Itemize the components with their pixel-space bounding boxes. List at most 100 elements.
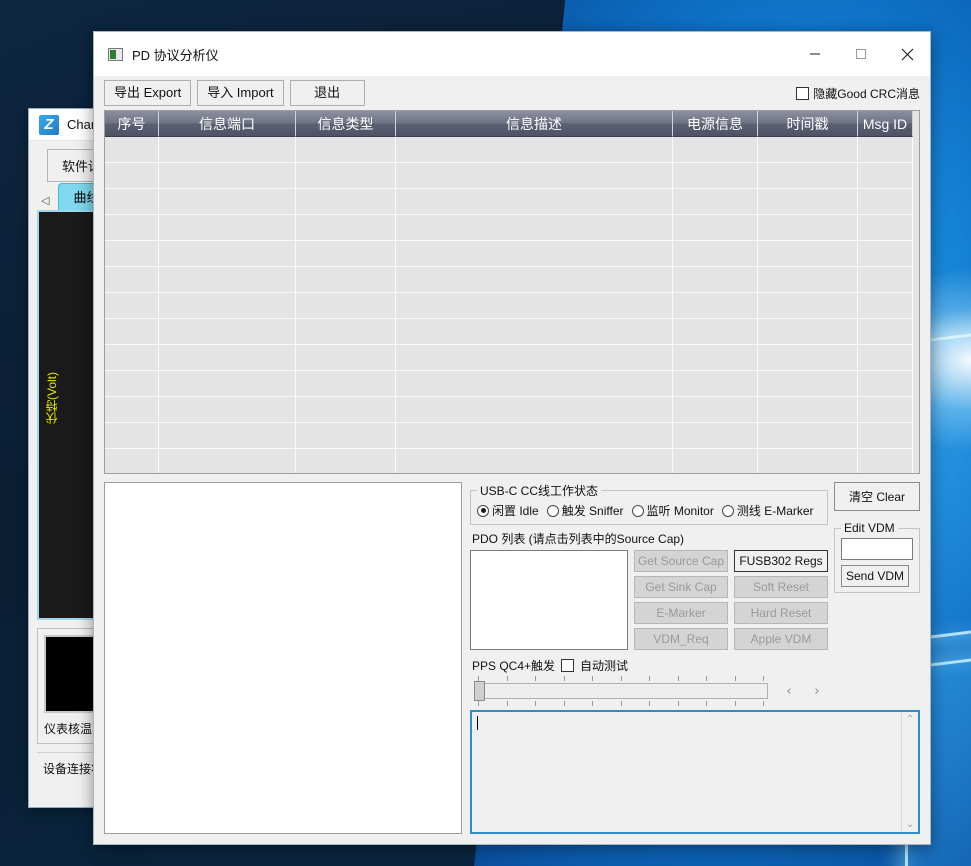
table-cell[interactable] <box>296 163 396 189</box>
table-cell[interactable] <box>159 449 296 474</box>
export-button[interactable]: 导出 Export <box>104 80 191 106</box>
column-header-0[interactable]: 序号 <box>105 111 159 137</box>
table-cell[interactable] <box>758 423 858 449</box>
table-cell[interactable] <box>105 189 159 215</box>
table-row[interactable] <box>105 319 919 345</box>
table-row[interactable] <box>105 189 919 215</box>
log-scrollbar[interactable]: ⌃ ⌄ <box>901 712 918 832</box>
exit-button[interactable]: 退出 <box>290 80 365 106</box>
table-cell[interactable] <box>673 371 758 397</box>
table-cell[interactable] <box>858 449 913 474</box>
column-header-6[interactable]: Msg ID <box>858 111 913 137</box>
table-cell[interactable] <box>296 267 396 293</box>
table-cell[interactable] <box>159 189 296 215</box>
table-cell[interactable] <box>673 189 758 215</box>
table-cell[interactable] <box>858 423 913 449</box>
cc-radio-0[interactable]: 闲置 Idle <box>477 502 539 519</box>
table-cell[interactable] <box>296 449 396 474</box>
pps-slider[interactable] <box>470 676 772 706</box>
clear-button[interactable]: 清空 Clear <box>834 482 920 511</box>
table-cell[interactable] <box>105 215 159 241</box>
column-header-1[interactable]: 信息端口 <box>159 111 296 137</box>
table-row[interactable] <box>105 449 919 474</box>
table-cell[interactable] <box>758 241 858 267</box>
slider-prev-button[interactable]: ‹ <box>778 680 800 702</box>
table-cell[interactable] <box>159 215 296 241</box>
table-cell[interactable] <box>758 163 858 189</box>
column-header-2[interactable]: 信息类型 <box>296 111 396 137</box>
table-row[interactable] <box>105 345 919 371</box>
cc-radio-1[interactable]: 触发 Sniffer <box>547 502 624 519</box>
table-cell[interactable] <box>296 293 396 319</box>
table-cell[interactable] <box>105 371 159 397</box>
table-cell[interactable] <box>858 293 913 319</box>
table-cell[interactable] <box>858 163 913 189</box>
table-cell[interactable] <box>673 163 758 189</box>
table-cell[interactable] <box>758 293 858 319</box>
slider-thumb[interactable] <box>474 681 485 701</box>
table-cell[interactable] <box>673 449 758 474</box>
table-cell[interactable] <box>396 163 673 189</box>
radio-icon[interactable] <box>632 505 644 517</box>
table-cell[interactable] <box>159 371 296 397</box>
table-cell[interactable] <box>159 423 296 449</box>
table-cell[interactable] <box>758 397 858 423</box>
tab-scroll-left-icon[interactable]: ◁ <box>39 194 54 210</box>
message-table-body[interactable] <box>105 137 919 474</box>
pd-analyzer-window[interactable]: PD 协议分析仪 导出 Export 导入 Import 退出 隐藏Good C… <box>93 31 931 845</box>
vdm-input[interactable] <box>841 538 913 560</box>
import-button[interactable]: 导入 Import <box>197 80 283 106</box>
table-cell[interactable] <box>858 319 913 345</box>
auto-test-checkbox[interactable] <box>561 659 574 672</box>
table-cell[interactable] <box>858 371 913 397</box>
column-header-5[interactable]: 时间戳 <box>758 111 858 137</box>
table-row[interactable] <box>105 215 919 241</box>
table-row[interactable] <box>105 137 919 163</box>
table-cell[interactable] <box>159 137 296 163</box>
table-cell[interactable] <box>396 267 673 293</box>
table-cell[interactable] <box>758 215 858 241</box>
table-cell[interactable] <box>105 241 159 267</box>
table-cell[interactable] <box>296 215 396 241</box>
scroll-up-icon[interactable]: ⌃ <box>906 714 914 725</box>
table-cell[interactable] <box>105 293 159 319</box>
minimize-button[interactable] <box>792 32 838 76</box>
column-header-4[interactable]: 电源信息 <box>673 111 758 137</box>
table-row[interactable] <box>105 267 919 293</box>
table-row[interactable] <box>105 163 919 189</box>
table-row[interactable] <box>105 293 919 319</box>
table-cell[interactable] <box>758 319 858 345</box>
table-cell[interactable] <box>105 449 159 474</box>
table-cell[interactable] <box>758 267 858 293</box>
table-cell[interactable] <box>858 137 913 163</box>
table-cell[interactable] <box>673 267 758 293</box>
table-cell[interactable] <box>673 319 758 345</box>
table-cell[interactable] <box>396 345 673 371</box>
table-cell[interactable] <box>296 189 396 215</box>
table-cell[interactable] <box>858 345 913 371</box>
table-cell[interactable] <box>159 345 296 371</box>
table-cell[interactable] <box>758 449 858 474</box>
log-textarea[interactable]: ⌃ ⌄ <box>470 710 920 834</box>
table-cell[interactable] <box>673 137 758 163</box>
table-cell[interactable] <box>396 215 673 241</box>
radio-icon[interactable] <box>722 505 734 517</box>
table-cell[interactable] <box>758 137 858 163</box>
table-cell[interactable] <box>296 137 396 163</box>
table-cell[interactable] <box>296 319 396 345</box>
table-cell[interactable] <box>758 371 858 397</box>
table-cell[interactable] <box>159 241 296 267</box>
table-cell[interactable] <box>396 189 673 215</box>
table-cell[interactable] <box>105 345 159 371</box>
table-cell[interactable] <box>858 215 913 241</box>
table-cell[interactable] <box>105 319 159 345</box>
table-cell[interactable] <box>396 319 673 345</box>
table-cell[interactable] <box>159 397 296 423</box>
table-cell[interactable] <box>396 371 673 397</box>
slider-next-button[interactable]: › <box>806 680 828 702</box>
table-cell[interactable] <box>396 137 673 163</box>
table-cell[interactable] <box>159 163 296 189</box>
table-cell[interactable] <box>396 293 673 319</box>
table-cell[interactable] <box>105 397 159 423</box>
command-button-grid[interactable]: Get Source CapFUSB302 RegsGet Sink CapSo… <box>634 550 828 650</box>
